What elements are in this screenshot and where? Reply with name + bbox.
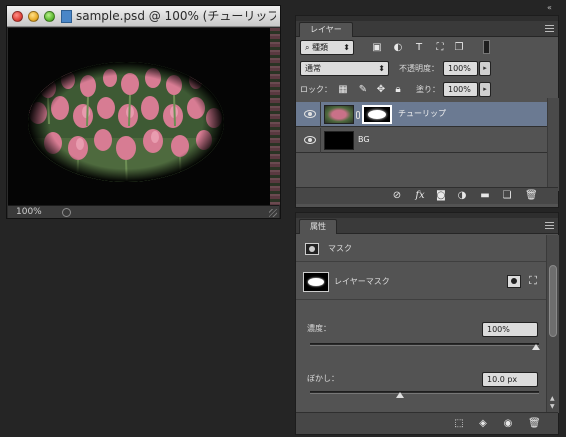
trash-icon[interactable]: 🗑︎	[528, 419, 541, 429]
feather-input[interactable]: 10.0 px	[482, 372, 538, 387]
layer-mask-thumbnail[interactable]	[362, 105, 392, 124]
new-layer-icon[interactable]: ❏	[502, 191, 512, 201]
lock-transparent-icon[interactable]: ▦	[338, 85, 348, 95]
mask-section-header: マスク	[296, 237, 546, 262]
layer-mask-label: レイヤーマスク	[334, 277, 390, 286]
psd-file-icon	[61, 10, 72, 23]
panel-menu-icon[interactable]	[545, 25, 554, 32]
section-label: マスク	[328, 244, 352, 253]
layers-tab-row: レイヤー	[296, 21, 558, 37]
properties-tab-row: 属性	[296, 218, 558, 234]
density-label: 濃度：	[307, 324, 331, 333]
filter-type-icon[interactable]: T	[414, 43, 424, 53]
tulip-canvas-image	[8, 28, 270, 205]
layer-name[interactable]: チューリップ	[398, 108, 446, 120]
canvas-edge-strip	[270, 28, 280, 205]
select-pixel-mask-button[interactable]	[507, 275, 521, 288]
layers-footer: ⊘ fx ◙ ◑ ▬ ❏ 🗑︎	[296, 187, 558, 204]
filter-shape-icon[interactable]: ⛶	[435, 43, 445, 53]
layer-mask-row: レイヤーマスク ⛶	[296, 263, 546, 300]
document-window[interactable]: sample.psd @ 100% (チューリップ, ...	[6, 5, 281, 219]
layer-filter-value: 種類	[312, 43, 329, 52]
fill-dropdown-button[interactable]: ▸	[479, 82, 491, 97]
tab-properties[interactable]: 属性	[299, 219, 337, 234]
layer-thumbnail[interactable]	[324, 131, 354, 150]
layers-panel: レイヤー ⌕ 種類 ⬍ ▣ ◐ T ⛶ ❐ 通常 ⬍ 不透明度： 100% ▸ ロッ…	[295, 15, 559, 208]
feather-label: ぼかし：	[307, 374, 339, 383]
layer-row-bg[interactable]: BG	[296, 128, 547, 153]
zoom-window-button[interactable]	[44, 11, 55, 22]
trash-icon[interactable]: 🗑︎	[525, 191, 538, 201]
add-mask-icon[interactable]: ◙	[436, 191, 446, 201]
resize-grip-icon[interactable]	[269, 209, 277, 217]
feather-slider-track[interactable]	[310, 391, 539, 394]
scroll-thumb[interactable]	[549, 265, 557, 337]
lock-label: ロック：	[300, 85, 332, 94]
close-window-button[interactable]	[12, 11, 23, 22]
layers-scrollbar[interactable]	[547, 98, 559, 191]
filter-smart-object-icon[interactable]: ❐	[454, 43, 464, 53]
properties-footer: ⬚ ◈ ◉ 🗑︎	[296, 412, 558, 434]
tab-layers[interactable]: レイヤー	[299, 22, 353, 37]
filter-toggle-switch[interactable]	[483, 40, 490, 54]
row-divider	[320, 128, 321, 153]
mask-link-icon[interactable]	[356, 111, 360, 119]
properties-panel: 属性 マスク レイヤーマスク ⛶ 濃度： 100% ぼかし： 10.0 px ▲…	[295, 212, 559, 435]
vector-mask-icon[interactable]: ⛶	[528, 275, 538, 286]
opacity-input[interactable]: 100%	[443, 61, 478, 76]
mask-type-icon	[305, 243, 319, 255]
layer-name[interactable]: BG	[358, 134, 370, 146]
opacity-label: 不透明度：	[399, 64, 439, 73]
density-slider-track[interactable]	[310, 343, 539, 346]
filter-pixel-icon[interactable]: ▣	[372, 43, 382, 53]
adjustment-icon[interactable]: ◑	[457, 191, 467, 201]
lock-image-icon[interactable]: ✎	[358, 85, 368, 95]
chevron-down-icon: ⬍	[343, 43, 350, 52]
scroll-down-arrow-icon[interactable]: ▼	[550, 403, 555, 410]
mask-preview-thumbnail	[303, 272, 329, 292]
document-titlebar[interactable]: sample.psd @ 100% (チューリップ, ...	[7, 6, 280, 27]
panel-menu-icon[interactable]	[545, 222, 554, 229]
properties-scrollbar[interactable]: ▲ ▼	[546, 235, 559, 413]
opacity-dropdown-button[interactable]: ▸	[479, 61, 491, 76]
scroll-up-arrow-icon[interactable]: ▲	[550, 395, 555, 402]
chevron-down-icon: ⬍	[378, 64, 385, 73]
mask-ellipse-shape	[368, 110, 386, 119]
lock-position-icon[interactable]: ✥	[376, 85, 386, 95]
eye-visibility-icon[interactable]	[304, 136, 316, 144]
apply-mask-icon[interactable]: ◈	[478, 419, 488, 429]
density-input[interactable]: 100%	[482, 322, 538, 337]
density-slider-thumb[interactable]	[532, 344, 540, 350]
minimize-window-button[interactable]	[28, 11, 39, 22]
layer-filter-select[interactable]: ⌕ 種類 ⬍	[300, 40, 354, 55]
blend-mode-value: 通常	[305, 64, 321, 73]
document-title: sample.psd @ 100% (チューリップ, ...	[76, 9, 276, 23]
feather-slider-thumb[interactable]	[396, 392, 404, 398]
group-folder-icon[interactable]: ▬	[480, 191, 490, 201]
search-icon: ⌕	[305, 43, 313, 52]
blend-mode-select[interactable]: 通常 ⬍	[300, 61, 389, 76]
zoom-level[interactable]: 100%	[16, 206, 42, 219]
status-info-icon[interactable]	[62, 208, 71, 217]
document-canvas[interactable]	[8, 28, 270, 205]
filter-adjustment-icon[interactable]: ◐	[393, 43, 403, 53]
selection-icon[interactable]: ⬚	[454, 419, 464, 429]
eye-visibility-icon[interactable]	[304, 110, 316, 118]
fx-icon[interactable]: fx	[413, 191, 427, 201]
document-statusbar: 100%	[8, 205, 279, 218]
layer-thumbnail[interactable]	[324, 105, 354, 124]
fill-label: 塗り：	[416, 85, 440, 94]
lock-all-icon[interactable]: 🔒︎	[393, 85, 403, 95]
visibility-icon[interactable]: ◉	[503, 419, 513, 429]
layer-row-tulip[interactable]: チューリップ	[296, 102, 547, 127]
collapse-panel-icon[interactable]: «	[547, 3, 552, 12]
fill-input[interactable]: 100%	[443, 82, 478, 97]
link-icon[interactable]: ⊘	[392, 191, 402, 201]
row-divider	[320, 102, 321, 127]
